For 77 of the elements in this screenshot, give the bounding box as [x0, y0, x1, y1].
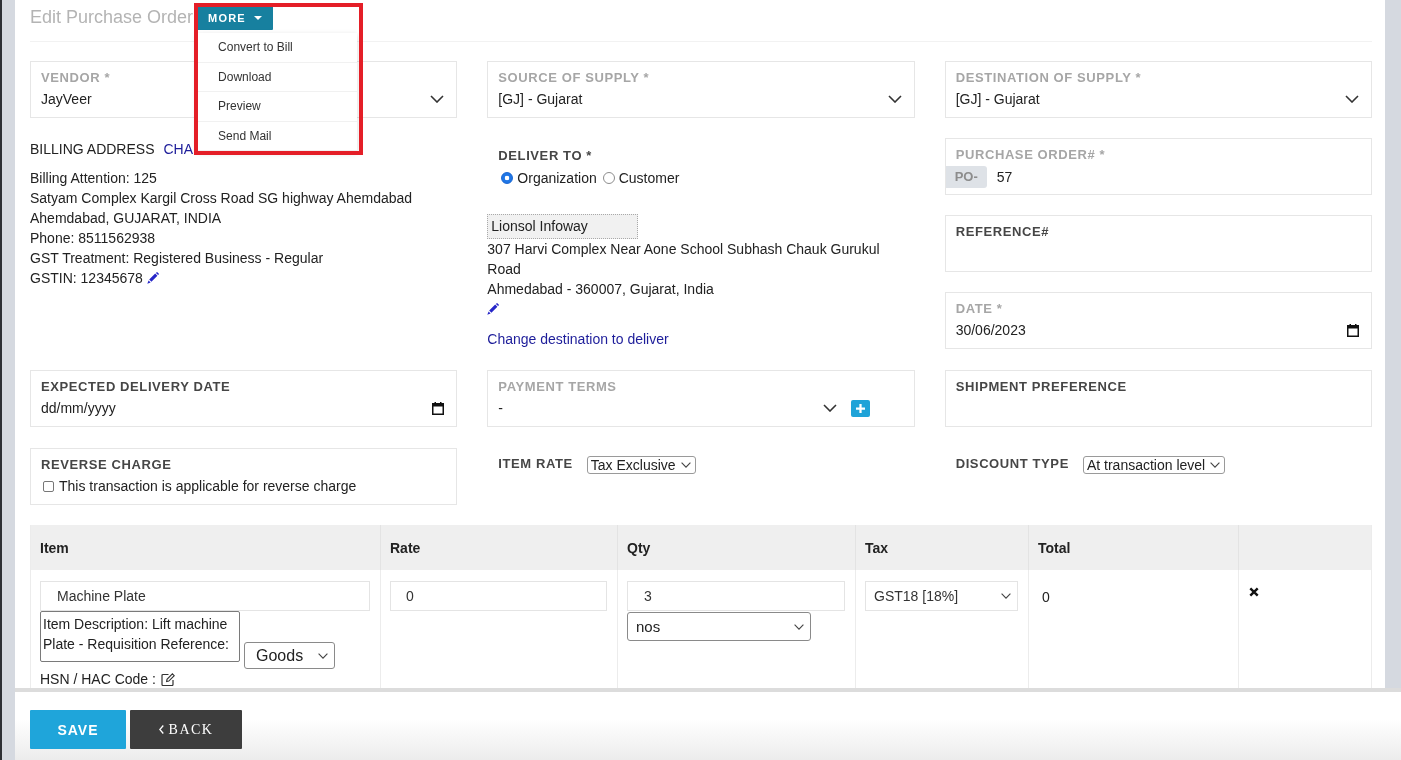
field-label: DELIVER TO *: [497, 148, 592, 164]
address-line: 307 Harvi Complex Near Aone School Subhash Chauk Gurukul Road: [487, 240, 881, 279]
menu-item[interactable]: Convert to Bill: [197, 33, 358, 63]
chevron-left-icon: [158, 725, 164, 734]
address-line: Phone: 8511562938: [30, 229, 156, 248]
column-header: Tax: [856, 525, 1029, 570]
reference-field[interactable]: REFERENCE#: [944, 215, 1372, 272]
menu-item[interactable]: Preview: [197, 92, 358, 122]
checkbox[interactable]: [43, 480, 54, 492]
column-header: Item: [31, 525, 381, 570]
field-label: ITEM RATE: [498, 456, 573, 472]
chevron-down-icon: [794, 623, 804, 630]
field-label: REFERENCE#: [955, 224, 1050, 240]
field-label: EXPECTED DELIVERY DATE: [41, 379, 231, 395]
tax-select[interactable]: GST18 [18%]: [865, 581, 1018, 611]
organization-name: Lionsol Infoway: [487, 214, 639, 239]
shipment-preference-field[interactable]: SHIPMENT PREFERENCE: [944, 370, 1372, 427]
date-input[interactable]: dd/mm/yyyy: [41, 398, 433, 418]
address-line: Ahemdabad, GUJARAT, INDIA: [30, 209, 222, 228]
field-label: DATE *: [955, 301, 1003, 317]
column-header: Total: [1029, 525, 1239, 570]
chevron-down-icon: [1345, 95, 1359, 103]
address-line: Ahmedabad - 360007, Gujarat, India: [487, 280, 715, 299]
address-line: GSTIN: 12345678: [30, 269, 143, 288]
pencil-icon[interactable]: [487, 303, 500, 315]
close-icon[interactable]: [1249, 587, 1259, 597]
chevron-down-icon: [822, 404, 837, 412]
pencil-icon[interactable]: [146, 272, 159, 284]
column-header: Rate: [381, 525, 618, 570]
add-button[interactable]: [850, 399, 870, 417]
chevron-down-icon: [1210, 462, 1221, 468]
field-label: PAYMENT TERMS: [498, 379, 617, 395]
menu-item[interactable]: Send Mail: [197, 121, 358, 151]
radio-button[interactable]: [602, 172, 615, 184]
calendar-icon[interactable]: [432, 401, 445, 415]
address-line: Satyam Complex Kargil Cross Road SG highway Ahemdabad: [30, 189, 413, 208]
expected-delivery-date-field[interactable]: EXPECTED DELIVERY DATE dd/mm/yyyy: [30, 370, 458, 427]
back-button[interactable]: BACK: [130, 710, 242, 749]
edit-icon[interactable]: [160, 672, 175, 686]
calendar-icon[interactable]: [1347, 323, 1359, 337]
radio-label[interactable]: Organization: [517, 169, 597, 187]
field-label: SHIPMENT PREFERENCE: [955, 379, 1127, 395]
chevron-down-icon: [680, 462, 691, 468]
item-rate-select[interactable]: Tax Exclusive: [586, 456, 696, 474]
page-title: Edit Purchase Order: [30, 6, 194, 28]
change-link[interactable]: CHA: [163, 139, 194, 159]
total-value: 0: [1041, 588, 1051, 606]
field-label: DISCOUNT TYPE: [955, 456, 1069, 472]
radio-label[interactable]: Customer: [618, 169, 680, 187]
chevron-down-icon: [318, 652, 328, 659]
field-label: DESTINATION OF SUPPLY *: [955, 70, 1142, 86]
change-destination-link[interactable]: Change destination to deliver: [487, 331, 669, 347]
section-heading: BILLING ADDRESS: [30, 140, 155, 159]
address-line: GST Treatment: Registered Business - Regular: [30, 249, 324, 268]
field-label: SOURCE OF SUPPLY *: [498, 70, 650, 86]
hsn-label: HSN / HAC Code :: [40, 670, 156, 688]
menu-item[interactable]: Download: [197, 62, 358, 92]
address-line: Billing Attention: 125: [30, 169, 157, 188]
field-label: VENDOR *: [41, 70, 111, 86]
chevron-down-icon: [1001, 593, 1011, 599]
column-header: Qty: [618, 525, 856, 570]
field-label: REVERSE CHARGE: [41, 457, 172, 473]
rate-input[interactable]: 0: [390, 581, 607, 611]
checkbox-label[interactable]: This transaction is applicable for reverse charge: [59, 478, 357, 494]
discount-type-select[interactable]: At transaction level: [1082, 456, 1226, 474]
field-label: PURCHASE ORDER# *: [955, 147, 1106, 163]
radio-button[interactable]: [501, 172, 514, 184]
plus-icon: [855, 403, 865, 413]
chevron-down-icon: [430, 95, 445, 103]
unit-select[interactable]: nos: [627, 612, 811, 641]
caret-icon: [253, 16, 262, 20]
item-name-input[interactable]: Machine Plate: [40, 581, 370, 611]
chevron-down-icon: [887, 95, 902, 103]
quantity-input[interactable]: 3: [627, 581, 845, 611]
prefix-tag: PO-: [945, 166, 987, 188]
item-type-select[interactable]: Goods: [244, 642, 335, 669]
item-description-field[interactable]: Item Description: Lift machine Plate - Requisition Reference:: [40, 611, 240, 662]
